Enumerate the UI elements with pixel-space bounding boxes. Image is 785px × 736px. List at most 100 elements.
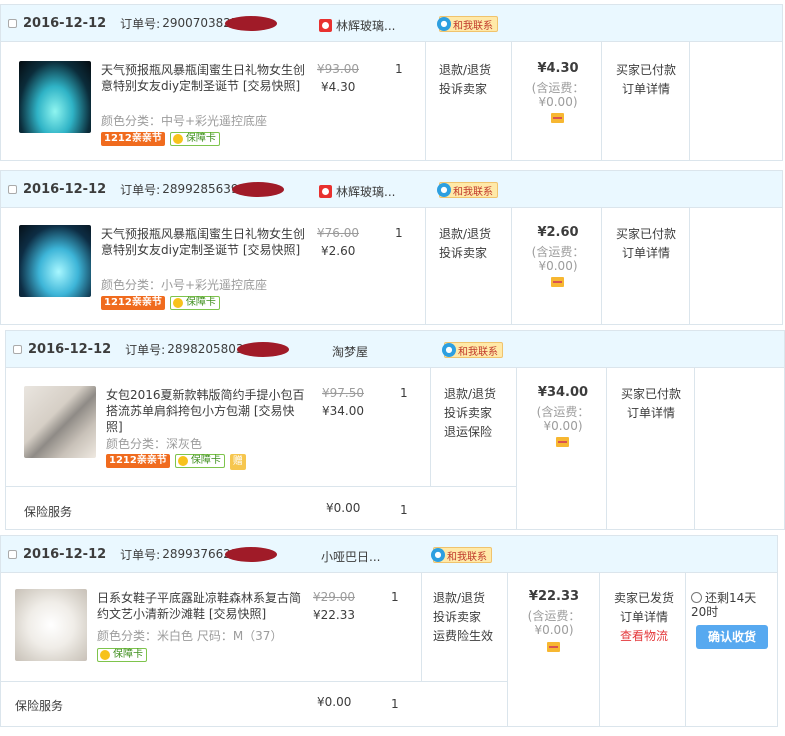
view-logistics-link[interactable]: 查看物流 xyxy=(601,627,687,646)
shop-link[interactable]: 淘梦屋 xyxy=(332,343,368,360)
shop-icon xyxy=(319,19,332,32)
order-number-label: 订单号: xyxy=(120,182,161,197)
order-total: ¥22.33 xyxy=(528,589,580,604)
order-checkbox[interactable] xyxy=(13,344,22,354)
order-checkbox[interactable] xyxy=(8,184,17,194)
shipping-insurance-link[interactable]: 运费险生效 xyxy=(433,628,493,644)
refund-link[interactable]: 退款/退货 xyxy=(439,62,491,78)
shop-name: 小哑巴日... xyxy=(321,550,381,564)
contact-seller-button[interactable]: ● 和我联系 xyxy=(431,547,492,563)
order-number-label: 订单号: xyxy=(120,16,161,31)
order-detail-link[interactable]: 订单详情 xyxy=(603,80,689,99)
shop-icon xyxy=(319,185,332,198)
auto-confirm-countdown: 还剩14天20时 xyxy=(691,591,771,619)
contact-seller-button[interactable]: ● 和我联系 xyxy=(437,16,498,32)
complain-link[interactable]: 投诉卖家 xyxy=(439,245,491,261)
quantity: 1 xyxy=(400,386,408,400)
order-card: 2016-12-12 订单号: 2900703825 林辉玻璃... ● 和我联… xyxy=(0,4,783,161)
insurance-label: 保险服务 xyxy=(15,699,64,713)
product-tags: 1212亲亲节 保障卡 xyxy=(101,296,220,310)
order-number-label: 订单号: xyxy=(120,547,161,562)
return-insurance-link[interactable]: 退运保险 xyxy=(444,424,496,440)
order-card: 2016-12-12 订单号: 28982058039 淘梦屋 ● 和我联系 女… xyxy=(5,330,785,530)
original-price: ¥29.00 xyxy=(313,590,355,604)
order-status-block: 买家已付款 订单详情 xyxy=(603,225,689,263)
chat-bubble-icon: ● xyxy=(437,183,451,197)
unit-price: ¥22.33 xyxy=(313,608,355,622)
quantity: 1 xyxy=(395,226,403,240)
order-detail-link[interactable]: 订单详情 xyxy=(601,608,687,627)
product-spec: 颜色分类：中号+彩光遥控底座 xyxy=(101,114,268,128)
order-card: 2016-12-12 订单号: 2899376623 小哑巴日... ● 和我联… xyxy=(0,535,778,727)
insurance-quantity: 1 xyxy=(391,697,399,711)
order-card: 2016-12-12 订单号: 28992856390 林辉玻璃... ● 和我… xyxy=(0,170,783,325)
order-checkbox[interactable] xyxy=(8,549,17,559)
product-spec: 颜色分类：米白色 尺码：M（37） xyxy=(97,629,283,643)
complain-link[interactable]: 投诉卖家 xyxy=(433,609,493,625)
shop-link[interactable]: 小哑巴日... xyxy=(321,548,380,565)
refund-link[interactable]: 退款/退货 xyxy=(444,386,496,402)
refund-link[interactable]: 退款/退货 xyxy=(433,590,493,606)
order-status: 买家已付款 xyxy=(615,227,676,241)
shop-link[interactable]: 林辉玻璃... xyxy=(319,17,395,34)
product-tags: 1212亲亲节 保障卡 赠 xyxy=(106,454,246,470)
quantity: 1 xyxy=(395,62,403,76)
refund-link[interactable]: 退款/退货 xyxy=(439,226,491,242)
product-thumbnail[interactable] xyxy=(19,225,91,297)
order-detail-link[interactable]: 订单详情 xyxy=(608,404,694,423)
order-status-block: 买家已付款 订单详情 xyxy=(603,61,689,99)
shipping-fee: (含运费：¥0.00) xyxy=(536,405,590,433)
order-status-block: 买家已付款 订单详情 xyxy=(608,385,694,423)
order-header: 2016-12-12 订单号: 28982058039 淘梦屋 ● 和我联系 xyxy=(6,331,784,368)
product-thumbnail[interactable] xyxy=(19,61,91,133)
order-date: 2016-12-12 xyxy=(23,15,107,31)
unit-price: ¥34.00 xyxy=(322,404,364,418)
chat-bubble-icon: ● xyxy=(437,17,451,31)
insurance-quantity: 1 xyxy=(400,503,408,517)
order-status: 买家已付款 xyxy=(620,387,681,401)
redaction-mark xyxy=(224,15,277,31)
shipping-fee: (含运费：¥0.00) xyxy=(531,245,585,273)
order-checkbox[interactable] xyxy=(8,18,17,28)
product-tags: 保障卡 xyxy=(97,648,147,662)
guarantee-card-badge: 保障卡 xyxy=(169,296,220,310)
original-price: ¥76.00 xyxy=(317,226,359,240)
order-header: 2016-12-12 订单号: 2899376623 小哑巴日... ● 和我联… xyxy=(1,536,777,573)
guarantee-card-badge: 保障卡 xyxy=(97,648,147,662)
product-title[interactable]: 女包2016夏新款韩版简约手提小包百搭流苏单肩斜挎包小方包潮 [交易快照] xyxy=(106,387,310,435)
product-title[interactable]: 日系女鞋子平底露趾凉鞋森林系复古简约文艺小清新沙滩鞋 [交易快照] xyxy=(97,590,301,622)
redaction-mark xyxy=(224,546,277,562)
complain-link[interactable]: 投诉卖家 xyxy=(444,405,496,421)
complain-link[interactable]: 投诉卖家 xyxy=(439,81,491,97)
shipping-fee: (含运费：¥0.00) xyxy=(531,81,585,109)
product-tags: 1212亲亲节 保障卡 xyxy=(101,132,220,146)
chat-bubble-icon: ● xyxy=(431,548,445,562)
product-thumbnail[interactable] xyxy=(15,589,87,661)
confirm-receipt-button[interactable]: 确认收货 xyxy=(696,625,768,649)
redaction-mark xyxy=(237,341,290,357)
payment-card-icon xyxy=(551,113,564,123)
order-status: 卖家已发货 xyxy=(613,591,674,605)
shop-name: 淘梦屋 xyxy=(332,345,369,359)
order-header: 2016-12-12 订单号: 28992856390 林辉玻璃... ● 和我… xyxy=(1,171,782,208)
contact-seller-button[interactable]: ● 和我联系 xyxy=(442,342,503,358)
unit-price: ¥2.60 xyxy=(321,244,356,258)
payment-card-icon xyxy=(547,642,560,652)
product-title[interactable]: 天气预报瓶风暴瓶闺蜜生日礼物女生创意特别女友diy定制圣诞节 [交易快照] xyxy=(101,226,305,258)
product-thumbnail[interactable] xyxy=(24,386,96,458)
chat-bubble-icon: ● xyxy=(442,343,456,357)
promo-1212-badge: 1212亲亲节 xyxy=(101,296,165,310)
order-header: 2016-12-12 订单号: 2900703825 林辉玻璃... ● 和我联… xyxy=(1,5,782,42)
item-actions: 退款/退货 投诉卖家 退运保险 xyxy=(444,386,496,440)
order-date: 2016-12-12 xyxy=(23,546,107,562)
gift-badge: 赠 xyxy=(229,454,246,470)
contact-label: 和我联系 xyxy=(453,20,493,32)
shop-link[interactable]: 林辉玻璃... xyxy=(319,183,395,200)
order-total: ¥4.30 xyxy=(537,61,579,76)
order-detail-link[interactable]: 订单详情 xyxy=(603,244,689,263)
product-title[interactable]: 天气预报瓶风暴瓶闺蜜生日礼物女生创意特别女友diy定制圣诞节 [交易快照] xyxy=(101,62,305,94)
promo-1212-badge: 1212亲亲节 xyxy=(101,132,165,146)
clock-icon xyxy=(691,592,702,603)
contact-label: 和我联系 xyxy=(453,186,493,198)
contact-seller-button[interactable]: ● 和我联系 xyxy=(437,182,498,198)
